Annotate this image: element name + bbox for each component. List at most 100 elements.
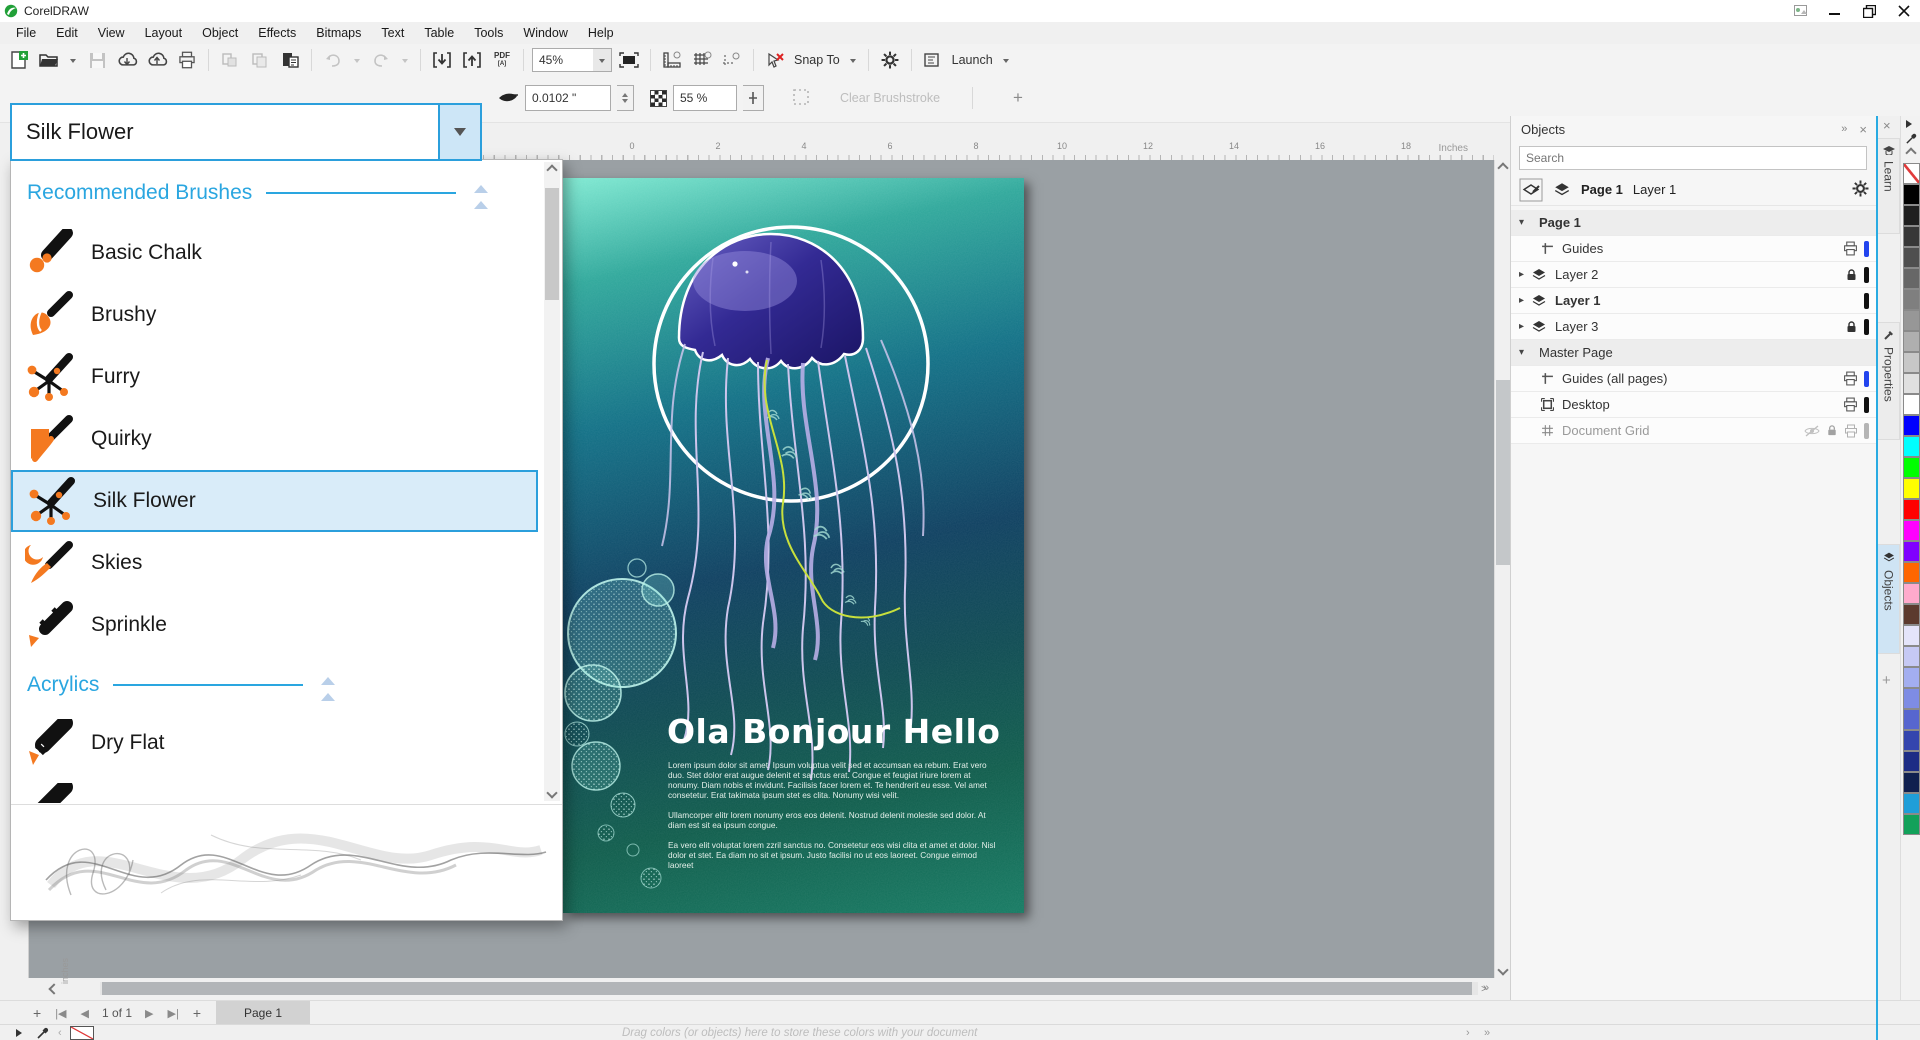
page-tab[interactable]: Page 1 bbox=[216, 1001, 310, 1025]
vertical-scroll-thumb[interactable] bbox=[1496, 380, 1510, 565]
pen-color-indicator[interactable] bbox=[1864, 241, 1869, 257]
brush-item-brushy[interactable]: Brushy bbox=[11, 284, 538, 346]
color-swatch[interactable] bbox=[1903, 415, 1920, 436]
dock-flyout-icon[interactable]: » bbox=[1841, 123, 1847, 135]
tab-properties[interactable]: Properties bbox=[1878, 322, 1900, 440]
canvas-page[interactable]: Ola Bonjour Hello Lorem ipsum dolor sit … bbox=[563, 178, 1024, 913]
color-swatch[interactable] bbox=[1903, 499, 1920, 520]
undo-dropdown[interactable] bbox=[350, 47, 364, 73]
brush-scroll-thumb[interactable] bbox=[545, 188, 559, 300]
open-button[interactable] bbox=[36, 47, 62, 73]
pen-color-indicator[interactable] bbox=[1864, 397, 1869, 413]
nib-size-spinner[interactable] bbox=[617, 85, 634, 111]
show-grid-button[interactable] bbox=[689, 47, 715, 73]
color-swatch[interactable] bbox=[1903, 583, 1920, 604]
color-swatch[interactable] bbox=[1903, 184, 1920, 205]
chevron-right-icon[interactable]: ▸ bbox=[1519, 321, 1531, 332]
previous-page-button[interactable]: ◀ bbox=[74, 1007, 96, 1020]
visibility-off-icon[interactable] bbox=[1804, 425, 1820, 437]
chevron-right-icon[interactable]: ▸ bbox=[1519, 295, 1531, 306]
printable-icon[interactable] bbox=[1843, 241, 1858, 256]
zoom-level-combo[interactable]: 45% bbox=[532, 48, 612, 72]
pdf-button[interactable]: PDF[A] bbox=[489, 47, 515, 73]
canvas-horizontal-scrollbar[interactable]: > bbox=[10, 978, 1494, 1000]
color-swatch[interactable] bbox=[1903, 478, 1920, 499]
brush-category-recommended[interactable]: Recommended Brushes bbox=[11, 168, 562, 218]
last-page-button[interactable]: ▶| bbox=[160, 1007, 185, 1020]
add-docker-icon[interactable]: + bbox=[1882, 672, 1891, 689]
open-dropdown[interactable] bbox=[66, 47, 80, 73]
lock-icon[interactable] bbox=[1845, 320, 1858, 334]
brush-item-silk-flower[interactable]: Silk Flower bbox=[11, 470, 538, 532]
color-swatch[interactable] bbox=[1903, 268, 1920, 289]
pen-color-indicator[interactable] bbox=[1864, 319, 1869, 335]
menu-table[interactable]: Table bbox=[414, 22, 464, 44]
tree-row-master-page[interactable]: ▾ Master Page bbox=[1511, 340, 1877, 366]
snap-to-dropdown[interactable] bbox=[846, 47, 860, 73]
tab-objects[interactable]: Objects bbox=[1878, 544, 1900, 654]
show-guidelines-button[interactable] bbox=[719, 47, 745, 73]
color-swatch[interactable] bbox=[1903, 394, 1920, 415]
no-fill-swatch[interactable] bbox=[70, 1026, 94, 1040]
color-swatch[interactable] bbox=[1903, 730, 1920, 751]
redo-button[interactable] bbox=[368, 47, 394, 73]
color-swatch[interactable] bbox=[1903, 772, 1920, 793]
menu-help[interactable]: Help bbox=[578, 22, 624, 44]
brush-category-acrylics[interactable]: Acrylics bbox=[11, 660, 562, 710]
canvas-vertical-scrollbar[interactable] bbox=[1494, 160, 1511, 978]
pan-expand-icon[interactable]: » bbox=[1483, 982, 1489, 994]
collapse-section-icon[interactable] bbox=[474, 178, 488, 209]
clear-brushstroke-button[interactable]: Clear Brushstroke bbox=[840, 91, 940, 105]
tree-row-layer1[interactable]: ▸ Layer 1 bbox=[1511, 288, 1877, 314]
printable-icon[interactable] bbox=[1843, 397, 1858, 412]
color-swatch[interactable] bbox=[1903, 541, 1920, 562]
nib-size-input[interactable]: 0.0102 " bbox=[525, 85, 611, 111]
brush-item-skies[interactable]: Skies bbox=[11, 532, 538, 594]
active-layer-row[interactable]: Page 1 Layer 1 bbox=[1511, 174, 1877, 206]
color-swatch[interactable] bbox=[1903, 814, 1920, 835]
printable-icon[interactable] bbox=[1844, 424, 1858, 438]
color-swatch[interactable] bbox=[1903, 457, 1920, 478]
menu-file[interactable]: File bbox=[6, 22, 46, 44]
pen-color-indicator[interactable] bbox=[1864, 267, 1869, 283]
brush-list-scrollbar[interactable] bbox=[544, 162, 560, 801]
color-swatch[interactable] bbox=[1903, 667, 1920, 688]
add-page-button-2[interactable]: + bbox=[186, 1005, 208, 1021]
menu-window[interactable]: Window bbox=[513, 22, 577, 44]
pen-color-indicator[interactable] bbox=[1864, 423, 1869, 439]
account-icon[interactable] bbox=[1794, 5, 1807, 17]
color-swatch[interactable] bbox=[1903, 604, 1920, 625]
launch-icon[interactable] bbox=[920, 47, 946, 73]
show-rulers-button[interactable] bbox=[659, 47, 685, 73]
minimize-button[interactable] bbox=[1829, 5, 1841, 17]
menu-view[interactable]: View bbox=[88, 22, 135, 44]
color-swatch[interactable] bbox=[1903, 205, 1920, 226]
lock-icon[interactable] bbox=[1826, 424, 1838, 437]
copy-button[interactable] bbox=[247, 47, 273, 73]
lock-icon[interactable] bbox=[1845, 268, 1858, 282]
search-input[interactable] bbox=[1519, 146, 1867, 170]
chevron-down-icon[interactable]: ▾ bbox=[1519, 347, 1531, 358]
transparency-input[interactable]: 55 % bbox=[673, 85, 737, 111]
docker-options-gear-icon[interactable] bbox=[1852, 180, 1869, 200]
chevron-down-icon[interactable]: ▾ bbox=[1519, 217, 1531, 228]
color-swatch[interactable] bbox=[1903, 520, 1920, 541]
add-brush-button[interactable]: + bbox=[1013, 88, 1023, 108]
brush-settings-icon[interactable] bbox=[792, 88, 810, 109]
eyedropper-icon[interactable] bbox=[36, 1026, 50, 1040]
tree-row-page1[interactable]: ▾ Page 1 bbox=[1511, 210, 1877, 236]
brush-item-furry[interactable]: Furry bbox=[11, 346, 538, 408]
color-swatch[interactable] bbox=[1903, 226, 1920, 247]
snap-to-label[interactable]: Snap To bbox=[794, 53, 840, 67]
import-button[interactable] bbox=[429, 47, 455, 73]
brush-item-quirky[interactable]: Quirky bbox=[11, 408, 538, 470]
pen-color-indicator[interactable] bbox=[1864, 293, 1869, 309]
tree-row-layer2[interactable]: ▸ Layer 2 bbox=[1511, 262, 1877, 288]
color-swatch[interactable] bbox=[1903, 562, 1920, 583]
paste-button[interactable] bbox=[277, 47, 303, 73]
menu-bitmaps[interactable]: Bitmaps bbox=[306, 22, 371, 44]
color-swatch[interactable] bbox=[1903, 310, 1920, 331]
brush-item-basic-chalk[interactable]: Basic Chalk bbox=[11, 222, 538, 284]
new-document-button[interactable] bbox=[6, 47, 32, 73]
tree-row-desktop[interactable]: Desktop bbox=[1511, 392, 1877, 418]
